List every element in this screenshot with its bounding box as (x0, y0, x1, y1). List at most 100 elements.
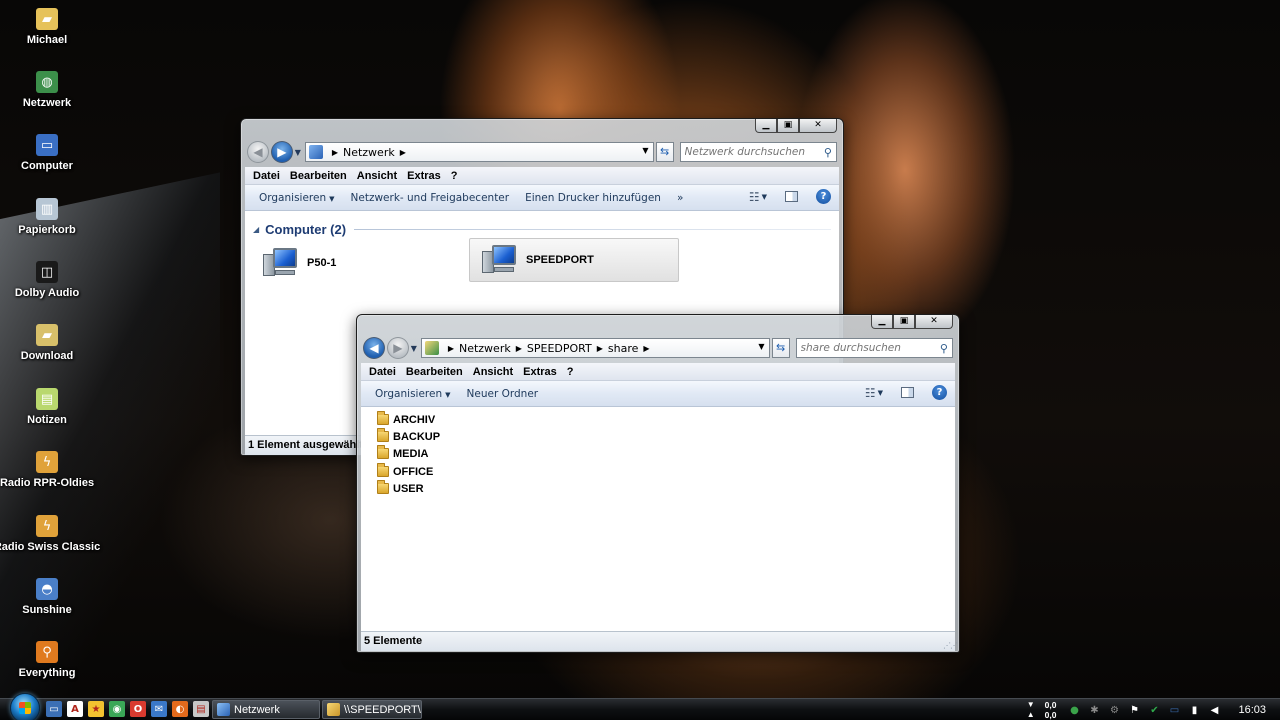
taskbar-button-netzwerk[interactable]: Netzwerk (212, 700, 320, 719)
preview-pane-icon[interactable] (785, 191, 798, 202)
desktop-icon-dolby-audio[interactable]: ◫ Dolby Audio (4, 257, 90, 313)
search-input[interactable] (800, 342, 940, 354)
maximize-button[interactable]: ▣ (893, 315, 915, 329)
network-signal-icon[interactable]: ▮ (1188, 704, 1200, 716)
address-bar[interactable]: ▶ Netzwerk ▶ SPEEDPORT ▶ share ▶ ▼ (420, 338, 770, 358)
usb-icon[interactable]: ⚙ (1108, 704, 1120, 716)
taskbar-button-speedport-share[interactable]: \\SPEEDPORT\s... (322, 700, 422, 719)
firefox-icon[interactable]: ◐ (172, 701, 188, 717)
search-box[interactable]: ⚲ (679, 142, 837, 162)
explorer-window-share[interactable]: ▁ ▣ ✕ ◀ ▶ ▼ ▶ Netzwerk ▶ SPEEDPORT ▶ sha… (356, 314, 960, 653)
volume-icon[interactable]: ◀ (1208, 704, 1220, 716)
menu-bearbeiten[interactable]: Bearbeiten (401, 366, 468, 378)
desktop-icon-sunshine[interactable]: ◓ Sunshine (4, 574, 90, 630)
chevron-down-icon[interactable]: ▼ (762, 193, 767, 201)
desktop-icon-radio-rpr-oldies[interactable]: ϟ Radio RPR-Oldies (0, 447, 94, 503)
menu-ansicht[interactable]: Ansicht (468, 366, 518, 378)
breadcrumb-netzwerk[interactable]: Netzwerk (459, 342, 511, 355)
desktop-icon-netzwerk[interactable]: ◍ Netzwerk (4, 67, 90, 123)
breadcrumb-arrow[interactable]: ▶ (643, 344, 649, 353)
breadcrumb-share[interactable]: share (608, 342, 639, 355)
help-icon[interactable]: ? (816, 189, 831, 204)
desktop-icon-papierkorb[interactable]: ▥ Papierkorb (4, 194, 90, 250)
search-icon[interactable]: ⚲ (824, 146, 832, 159)
menu-datei[interactable]: Datei (248, 170, 285, 182)
breadcrumb-speedport[interactable]: SPEEDPORT (527, 342, 592, 355)
action-center-flag-icon[interactable]: ⚑ (1128, 704, 1140, 716)
view-options-icon[interactable]: ☷ (865, 386, 876, 400)
opera-icon[interactable]: O (130, 701, 146, 717)
folder-item-archiv[interactable]: ARCHIV (377, 411, 435, 428)
address-dropdown-icon[interactable]: ▼ (642, 146, 648, 155)
back-button[interactable]: ◀ (247, 141, 269, 163)
settings-icon[interactable]: ✱ (1088, 704, 1100, 716)
desktop-icon-notizen[interactable]: ▤ Notizen (4, 384, 90, 440)
favorites-star-icon[interactable]: ★ (88, 701, 104, 717)
breadcrumb-arrow[interactable]: ▶ (516, 344, 522, 353)
start-button[interactable] (10, 693, 40, 720)
search-input[interactable] (684, 146, 824, 158)
search-icon[interactable]: ⚲ (940, 342, 948, 355)
desktop-icon-everything[interactable]: ⚲ Everything (4, 637, 90, 693)
view-options-icon[interactable]: ☷ (749, 190, 760, 204)
collapse-triangle-icon[interactable]: ◢ (253, 225, 259, 234)
monitor-icon[interactable]: ▭ (1168, 704, 1180, 716)
menu-extras[interactable]: Extras (402, 170, 446, 182)
computer-item-p50-1[interactable]: P50-1 (251, 241, 459, 285)
group-header-computer[interactable]: ◢ Computer (2) (253, 221, 831, 237)
close-button[interactable]: ✕ (915, 315, 953, 329)
content-area[interactable]: ARCHIV BACKUP MEDIA OFFICE USER (361, 407, 955, 631)
computer-item-speedport[interactable]: SPEEDPORT (469, 238, 679, 282)
breadcrumb-arrow[interactable]: ▶ (400, 148, 406, 157)
forward-button[interactable]: ▶ (386, 337, 409, 359)
resize-grip[interactable]: ⋰⋰ (943, 641, 958, 650)
chevron-down-icon[interactable]: ▼ (878, 389, 883, 397)
organize-button[interactable]: Organisieren ▼ (367, 388, 459, 400)
address-bar[interactable]: ▶ Netzwerk ▶ ▼ (304, 142, 654, 162)
menu-help[interactable]: ? (446, 170, 463, 182)
menu-ansicht[interactable]: Ansicht (352, 170, 402, 182)
network-center-button[interactable]: Netzwerk- und Freigabecenter (343, 192, 518, 204)
desktop-icon-computer[interactable]: ▭ Computer (4, 130, 90, 186)
breadcrumb-arrow[interactable]: ▶ (448, 344, 454, 353)
address-dropdown-icon[interactable]: ▼ (758, 342, 764, 351)
forward-button[interactable]: ▶ (270, 141, 293, 163)
clock[interactable]: 16:03 (1238, 704, 1266, 716)
green-shield-icon[interactable]: ● (1068, 704, 1080, 716)
add-printer-button[interactable]: Einen Drucker hinzufügen (517, 192, 669, 204)
new-folder-button[interactable]: Neuer Ordner (459, 388, 547, 400)
refresh-button[interactable]: ⇆ (771, 338, 790, 358)
search-box[interactable]: ⚲ (795, 338, 953, 358)
preview-pane-icon[interactable] (901, 387, 914, 398)
chrome-icon[interactable]: ◉ (109, 701, 125, 717)
close-button[interactable]: ✕ (799, 119, 837, 133)
folder-item-user[interactable]: USER (377, 480, 424, 497)
recent-pages-dropdown[interactable]: ▼ (293, 148, 303, 157)
folder-item-office[interactable]: OFFICE (377, 463, 433, 480)
desktop-icon-download[interactable]: ▰ Download (4, 320, 90, 376)
desktop-icon-michael[interactable]: ▰ Michael (4, 4, 90, 60)
breadcrumb-netzwerk[interactable]: Netzwerk (343, 146, 395, 159)
maximize-button[interactable]: ▣ (777, 119, 799, 133)
minimize-button[interactable]: ▁ (755, 119, 777, 133)
archive-icon[interactable]: ▤ (193, 701, 209, 717)
folder-item-backup[interactable]: BACKUP (377, 428, 440, 445)
organize-button[interactable]: Organisieren ▼ (251, 192, 343, 204)
breadcrumb-arrow[interactable]: ▶ (332, 148, 338, 157)
more-commands-button[interactable]: » (669, 192, 691, 204)
breadcrumb-arrow[interactable]: ▶ (597, 344, 603, 353)
menu-datei[interactable]: Datei (364, 366, 401, 378)
desktop-icon-radio-swiss-classic[interactable]: ϟ Radio Swiss Classic (0, 511, 100, 567)
menu-bearbeiten[interactable]: Bearbeiten (285, 170, 352, 182)
thunderbird-icon[interactable]: ✉ (151, 701, 167, 717)
folder-item-media[interactable]: MEDIA (377, 445, 428, 462)
refresh-button[interactable]: ⇆ (655, 142, 674, 162)
minimize-button[interactable]: ▁ (871, 315, 893, 329)
menu-extras[interactable]: Extras (518, 366, 562, 378)
acrobat-icon[interactable]: A (67, 701, 83, 717)
update-icon[interactable]: ✔ (1148, 704, 1160, 716)
recent-pages-dropdown[interactable]: ▼ (409, 344, 419, 353)
help-icon[interactable]: ? (932, 385, 947, 400)
back-button[interactable]: ◀ (363, 337, 385, 359)
show-desktop-icon[interactable]: ▭ (46, 701, 62, 717)
